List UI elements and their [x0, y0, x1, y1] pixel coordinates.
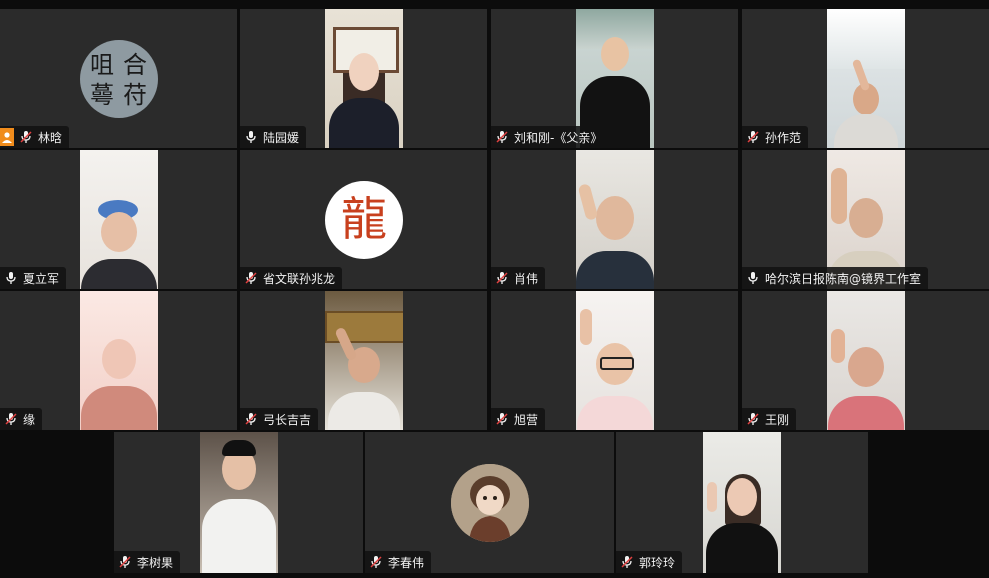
participant-tile-7[interactable]: 肖伟	[491, 150, 738, 289]
mic-muted-icon	[5, 413, 17, 425]
mic-muted-icon	[496, 272, 508, 284]
participant-tile-5[interactable]: 夏立军	[0, 150, 237, 289]
mic-muted-icon	[245, 272, 257, 284]
mic-muted-icon	[370, 556, 382, 568]
participant-name: 旭营	[514, 412, 539, 427]
mic-icon	[6, 272, 16, 284]
mic-muted-icon	[20, 131, 32, 143]
avatar-calligraphy: 合 苻 咀 蕚	[79, 39, 158, 118]
svg-text:蕚: 蕚	[90, 81, 114, 109]
participant-name: 缘	[23, 412, 36, 427]
participant-tile-14[interactable]: 李春伟	[365, 432, 614, 573]
name-bar: 林晗	[0, 126, 70, 148]
participant-tile-1[interactable]: 合 苻 咀 蕚 林晗	[0, 9, 237, 148]
svg-text:咀: 咀	[90, 51, 114, 79]
mic-muted-icon	[747, 413, 759, 425]
mic-muted-icon	[747, 131, 759, 143]
name-bar: 孙作范	[742, 126, 809, 148]
mic-muted-icon	[119, 556, 131, 568]
name-bar: 缘	[0, 408, 43, 430]
video-feed	[79, 291, 158, 430]
participant-name: 陆园媛	[263, 130, 300, 145]
avatar-dragon: 龍	[324, 180, 403, 259]
name-bar: 旭营	[491, 408, 546, 430]
participant-name: 刘和刚-《父亲》	[514, 130, 603, 145]
participant-tile-2[interactable]: 陆园媛	[240, 9, 487, 148]
dragon-character-icon: 龍	[341, 192, 387, 246]
participant-name: 孙作范	[765, 130, 802, 145]
name-bar: 王刚	[742, 408, 797, 430]
video-feed	[199, 432, 278, 573]
participant-tile-13[interactable]: 李树果	[114, 432, 363, 573]
name-bar: 李春伟	[365, 551, 432, 573]
participant-name: 哈尔滨日报陈南@镜界工作室	[765, 271, 922, 286]
svg-text:合: 合	[123, 51, 147, 79]
video-feed	[575, 150, 654, 289]
name-bar: 夏立军	[0, 267, 67, 289]
video-feed	[826, 291, 905, 430]
svg-text:苻: 苻	[123, 81, 147, 109]
name-bar: 郭玲玲	[616, 551, 683, 573]
name-bar: 省文联孙兆龙	[240, 267, 343, 289]
video-feed	[575, 291, 654, 430]
participant-name: 李树果	[137, 555, 174, 570]
mic-icon	[748, 272, 758, 284]
participant-tile-3[interactable]: 刘和刚-《父亲》	[491, 9, 738, 148]
participant-tile-8[interactable]: 哈尔滨日报陈南@镜界工作室	[742, 150, 989, 289]
participant-tile-9[interactable]: 缘	[0, 291, 237, 430]
participant-name: 肖伟	[514, 271, 539, 286]
participant-name: 省文联孙兆龙	[263, 271, 336, 286]
name-bar: 肖伟	[491, 267, 546, 289]
participant-name: 夏立军	[23, 271, 60, 286]
host-icon	[0, 128, 14, 146]
participant-name: 李春伟	[388, 555, 425, 570]
mic-muted-icon	[245, 413, 257, 425]
mic-muted-icon	[621, 556, 633, 568]
avatar-painting	[450, 463, 529, 542]
name-bar: 陆园媛	[240, 126, 307, 148]
painting-portrait-icon	[450, 463, 529, 542]
participant-name: 林晗	[38, 130, 63, 145]
video-feed	[79, 150, 158, 289]
name-bar: 李树果	[114, 551, 181, 573]
participant-tile-6[interactable]: 龍 省文联孙兆龙	[240, 150, 487, 289]
video-feed	[703, 432, 781, 573]
participant-tile-12[interactable]: 王刚	[742, 291, 989, 430]
name-bar: 刘和刚-《父亲》	[491, 126, 610, 148]
participant-name: 弓长吉吉	[263, 412, 312, 427]
video-feed	[324, 291, 403, 430]
participant-name: 王刚	[765, 412, 790, 427]
mic-muted-icon	[496, 413, 508, 425]
name-bar: 弓长吉吉	[240, 408, 319, 430]
name-bar: 哈尔滨日报陈南@镜界工作室	[742, 267, 929, 289]
svg-text:龍: 龍	[341, 192, 387, 246]
video-feed	[324, 9, 403, 148]
mic-muted-icon	[496, 131, 508, 143]
participant-tile-11[interactable]: 旭营	[491, 291, 738, 430]
participant-tile-10[interactable]: 弓长吉吉	[240, 291, 487, 430]
participant-tile-15[interactable]: 郭玲玲	[616, 432, 868, 573]
video-feed	[826, 9, 905, 148]
participant-tile-4[interactable]: 孙作范	[742, 9, 989, 148]
calligraphy-logo-icon: 合 苻 咀 蕚	[90, 51, 147, 109]
participant-name: 郭玲玲	[639, 555, 676, 570]
mic-icon	[246, 131, 256, 143]
